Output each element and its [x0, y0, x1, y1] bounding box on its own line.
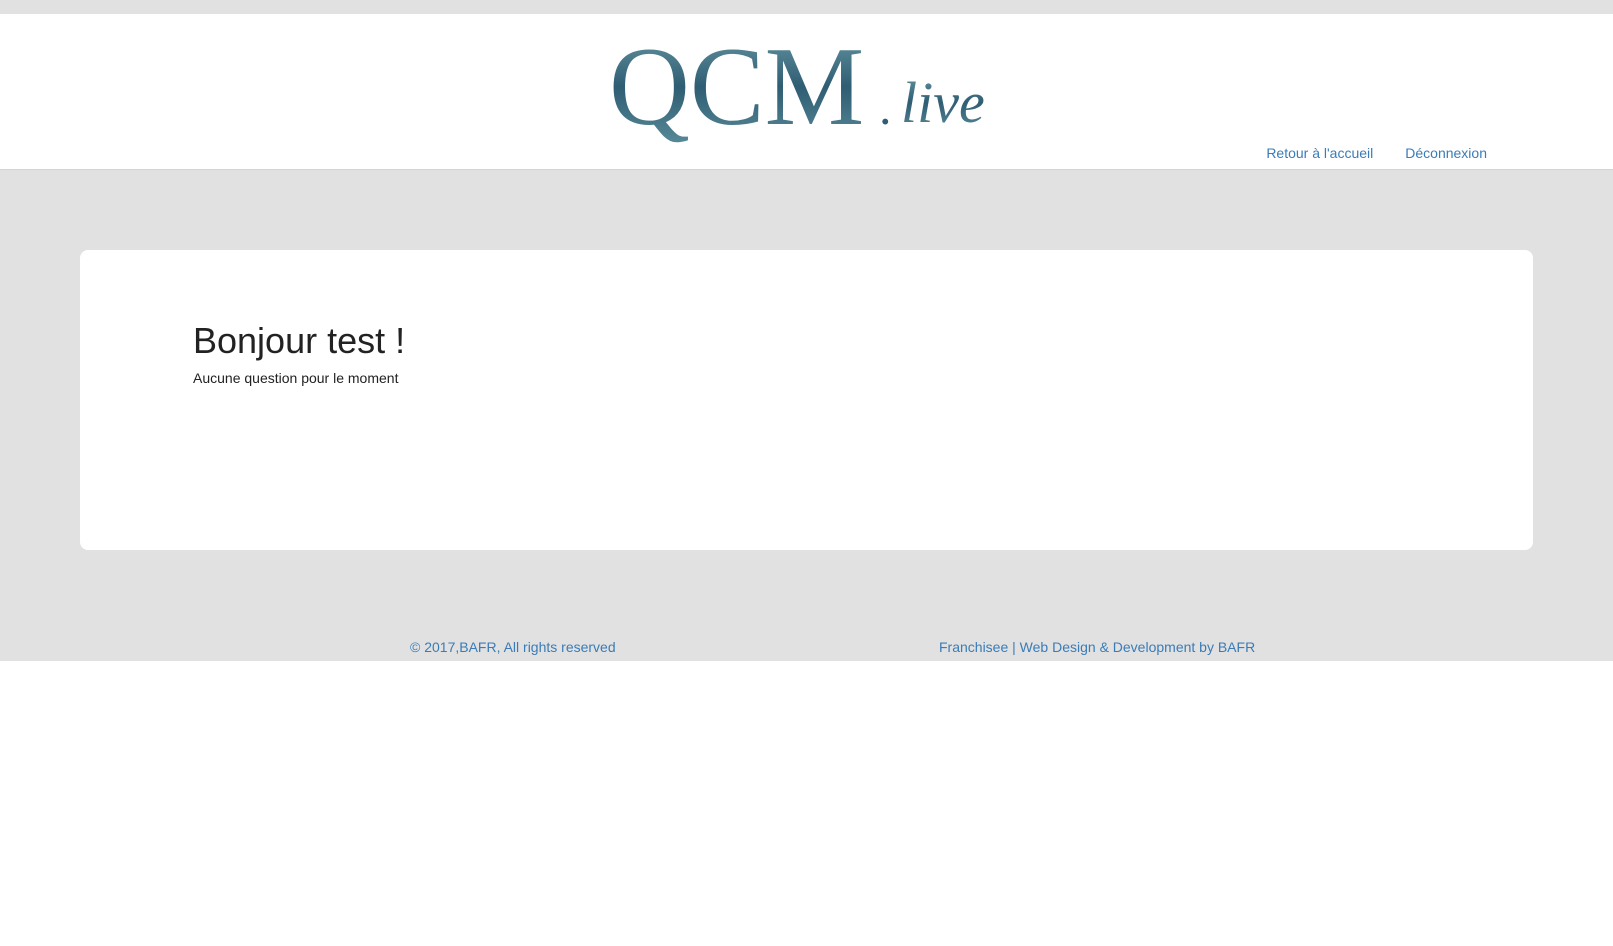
main-area: Bonjour test ! Aucune question pour le m…: [0, 170, 1613, 661]
greeting-heading: Bonjour test !: [193, 320, 406, 361]
site-header: QCM . live Retour à l'accueil Déconnexio…: [0, 14, 1613, 170]
logo-suffix-text: live: [901, 70, 985, 135]
header-nav: Retour à l'accueil Déconnexion: [1266, 145, 1487, 161]
content-card: Bonjour test ! Aucune question pour le m…: [80, 250, 1533, 550]
logo-main-text: QCM: [609, 28, 864, 144]
footer-copyright: © 2017,BAFR, All rights reserved: [410, 639, 616, 655]
logo-graphic: QCM . live: [609, 28, 985, 144]
site-logo[interactable]: QCM . live: [609, 28, 1009, 144]
home-link[interactable]: Retour à l'accueil: [1266, 145, 1373, 161]
logo-dot: .: [879, 79, 892, 135]
logout-link[interactable]: Déconnexion: [1405, 145, 1487, 161]
footer-credits[interactable]: Franchisee | Web Design & Development by…: [939, 639, 1255, 655]
empty-questions-message: Aucune question pour le moment: [193, 370, 399, 386]
top-strip: [0, 0, 1613, 14]
